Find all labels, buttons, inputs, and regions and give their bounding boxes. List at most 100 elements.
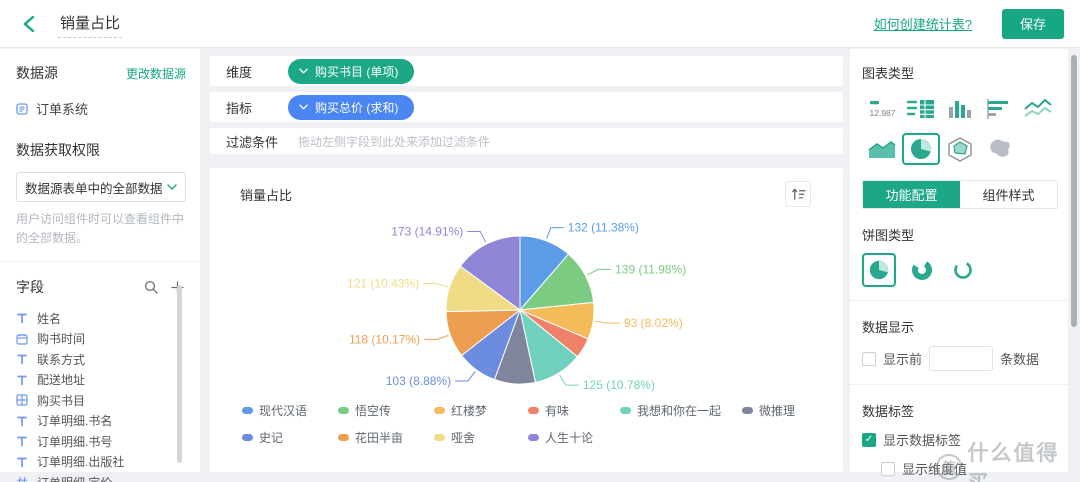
datasource-name: 订单系统: [36, 102, 89, 117]
pie-label: 139 (11.98%): [615, 262, 686, 276]
pie-type-solid[interactable]: [862, 253, 896, 287]
chart-type-number-card[interactable]: 12.987: [863, 93, 901, 125]
fields-list: 姓名购书时间联系方式 配送地址 购买书目订单明细.书名 订单明细.书号 订单明细.出版社…: [16, 308, 186, 482]
pie-label: 93 (8.02%): [624, 316, 683, 330]
pie-solid-icon: [869, 260, 889, 280]
field-label: 订单明细.书名: [37, 414, 113, 429]
dimension-pill-label: 购买书目 (单项): [315, 64, 399, 79]
panel-divider: [850, 300, 1068, 301]
date-field-icon: [16, 333, 28, 345]
datasource-title: 数据源: [16, 65, 58, 81]
filter-row[interactable]: 过滤条件 拖动左侧字段到此处来添加过滤条件: [210, 128, 843, 154]
field-item[interactable]: 购书时间: [16, 329, 186, 350]
legend-item[interactable]: 悟空传: [338, 402, 434, 419]
field-item[interactable]: 配送地址: [16, 370, 186, 391]
tab-function-config[interactable]: 功能配置: [863, 181, 960, 208]
back-button[interactable]: [16, 11, 42, 37]
legend-item[interactable]: 花田半亩: [338, 429, 434, 446]
legend-item[interactable]: 现代汉语: [242, 402, 338, 419]
legend-item[interactable]: 微推理: [742, 402, 827, 419]
help-link[interactable]: 如何创建统计表?: [874, 14, 972, 33]
line-chart-icon: [1023, 98, 1052, 117]
main-area: 维度 购买书目 (单项) 指标 购买总价 (求和) 过滤条件 拖动左侧字段到此处…: [210, 49, 843, 472]
search-icon[interactable]: [142, 278, 160, 296]
field-item[interactable]: 购买书目: [16, 390, 186, 411]
field-item[interactable]: 订单明细.书号: [16, 431, 186, 452]
field-item[interactable]: 订单明细.出版社: [16, 452, 186, 473]
legend-item[interactable]: 哑舍: [434, 429, 528, 446]
change-datasource-link[interactable]: 更改数据源: [126, 65, 186, 82]
legend-dot: [620, 407, 631, 414]
field-item[interactable]: 联系方式: [16, 349, 186, 370]
checkbox-row[interactable]: ✓ 显示数据标签: [862, 430, 1058, 449]
legend-item[interactable]: 红楼梦: [434, 402, 528, 419]
chart-type-map[interactable]: [980, 133, 1018, 165]
fields-title: 字段: [16, 279, 44, 296]
grid-field-icon: [16, 394, 28, 407]
pie-type-donut[interactable]: [907, 255, 937, 285]
show-top-checkbox[interactable]: [862, 351, 876, 366]
chevron-down-icon: [299, 68, 308, 74]
legend-label: 史记: [259, 431, 284, 445]
legend-dot: [742, 407, 753, 414]
field-item[interactable]: 订单明细.定价: [16, 472, 186, 482]
datasource-item[interactable]: 订单系统: [16, 99, 186, 118]
data-label-title: 数据标签: [862, 404, 915, 419]
chart-type-area[interactable]: [863, 133, 901, 165]
dimension-pill[interactable]: 购买书目 (单项): [288, 58, 415, 84]
metric-label: 指标: [226, 100, 253, 116]
page-scrollbar[interactable]: [1071, 55, 1077, 327]
pie-label-line: [595, 320, 620, 324]
pie-type-ring[interactable]: [948, 255, 978, 285]
field-label: 购书时间: [37, 332, 86, 347]
text-field-icon: [16, 415, 28, 427]
sort-button[interactable]: [785, 181, 811, 207]
data-label-options: ✓显示数据标签显示维度值✓显示指标值: [862, 430, 1058, 482]
legend-item[interactable]: 有味: [528, 402, 620, 419]
checkbox-row[interactable]: 显示维度值: [881, 459, 1058, 478]
chart-type-radar[interactable]: [941, 133, 979, 165]
chart-type-column[interactable]: [941, 93, 979, 125]
legend-dot: [434, 407, 445, 414]
pie-type-row: [862, 253, 1058, 287]
text-field-icon: [16, 456, 28, 468]
legend-label: 人生十论: [545, 431, 594, 445]
pie-label-line: [424, 334, 449, 340]
pie-label-line: [559, 374, 579, 386]
checkbox-label: 显示数据标签: [883, 433, 962, 448]
chart-type-line[interactable]: [1019, 93, 1057, 125]
dimension-row: 维度 购买书目 (单项): [210, 56, 843, 86]
save-button[interactable]: 保存: [1002, 8, 1064, 39]
checkbox-unchecked-icon[interactable]: [881, 461, 895, 476]
config-tabs: 功能配置 组件样式: [862, 180, 1058, 209]
chart-type-pie[interactable]: [901, 133, 940, 165]
data-display-title: 数据显示: [862, 320, 915, 335]
pie-label: 125 (10.78%): [583, 378, 655, 392]
field-label: 订单明细.出版社: [37, 455, 125, 470]
pie-label: 121 (10.43%): [347, 277, 419, 291]
top-n-input[interactable]: [929, 346, 994, 371]
number-card-icon: 12.987: [869, 101, 895, 118]
pie-ring-icon: [954, 261, 972, 279]
chart-type-bar[interactable]: [980, 93, 1018, 125]
field-item[interactable]: 订单明细.书名: [16, 411, 186, 432]
pie-label-line: [546, 227, 564, 239]
metric-pill[interactable]: 购买总价 (求和): [288, 94, 415, 120]
fields-scrollbar[interactable]: [177, 285, 182, 463]
panel-divider: [850, 384, 1068, 385]
permission-title: 数据获取权限: [16, 142, 100, 158]
checkbox-checked-icon[interactable]: ✓: [862, 432, 876, 447]
permission-select[interactable]: 数据源表单中的全部数据: [16, 172, 186, 202]
tab-component-style[interactable]: 组件样式: [960, 181, 1057, 208]
legend-dot: [242, 407, 253, 414]
legend-item[interactable]: 我想和你在一起: [620, 402, 742, 419]
field-label: 订单明细.书号: [37, 434, 113, 449]
chart-type-table[interactable]: [902, 93, 940, 125]
legend-item[interactable]: 人生十论: [528, 429, 620, 446]
page-title[interactable]: 销量占比: [58, 10, 123, 38]
field-item[interactable]: 姓名: [16, 308, 186, 329]
legend-item[interactable]: 史记: [242, 429, 338, 446]
legend-label: 有味: [545, 404, 570, 418]
legend-label: 哑舍: [451, 431, 476, 445]
pie-type-title: 饼图类型: [862, 228, 915, 243]
